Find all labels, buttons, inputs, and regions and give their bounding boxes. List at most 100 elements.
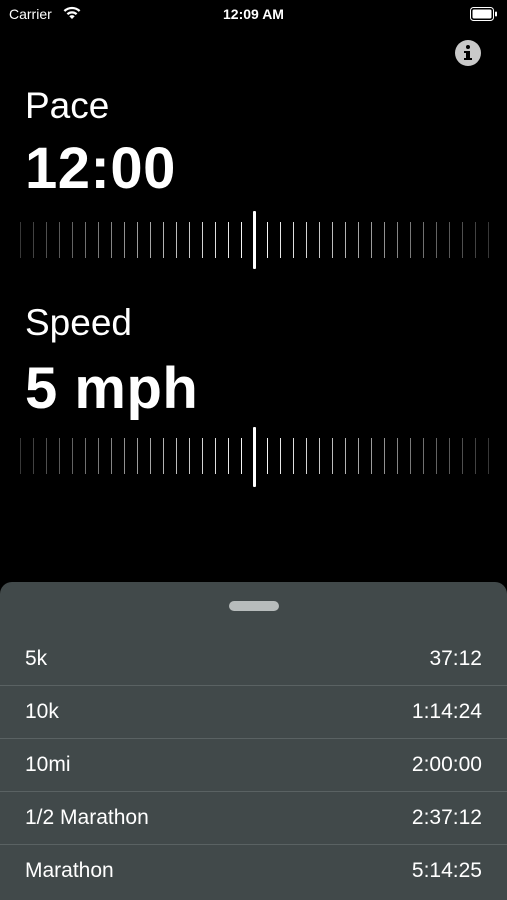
race-row[interactable]: 1/2 Marathon 2:37:12	[0, 791, 507, 844]
slider-tick	[345, 222, 346, 258]
slider-tick	[371, 222, 372, 258]
slider-tick	[462, 438, 463, 474]
race-row[interactable]: Marathon 5:14:25	[0, 844, 507, 897]
slider-tick	[33, 438, 34, 474]
info-circle-icon	[466, 45, 470, 49]
battery-icon	[470, 7, 498, 24]
slider-tick	[215, 222, 216, 258]
slider-tick	[111, 438, 112, 474]
slider-tick	[332, 438, 333, 474]
slider-tick	[111, 222, 112, 258]
race-name: 10k	[25, 700, 59, 723]
slider-tick	[46, 222, 47, 258]
slider-tick	[488, 438, 489, 474]
slider-tick	[72, 438, 73, 474]
pace-label: Pace	[25, 85, 110, 126]
race-row[interactable]: 10mi 2:00:00	[0, 738, 507, 791]
slider-tick	[267, 222, 268, 258]
race-time: 2:37:12	[411, 806, 482, 829]
slider-tick	[98, 438, 99, 474]
slider-tick	[202, 222, 203, 258]
slider-tick	[345, 438, 346, 474]
slider-tick	[228, 222, 229, 258]
slider-tick	[436, 222, 437, 258]
race-name: Marathon	[25, 859, 114, 882]
slider-tick	[98, 222, 99, 258]
slider-tick	[475, 222, 476, 258]
slider-tick	[85, 222, 86, 258]
slider-tick	[241, 438, 242, 474]
speed-value: 5 mph	[25, 356, 199, 421]
pace-slider[interactable]	[0, 211, 507, 269]
slider-tick	[20, 222, 21, 258]
slider-tick	[358, 222, 359, 258]
slider-tick	[306, 438, 307, 474]
slider-tick	[293, 438, 294, 474]
slider-tick	[449, 222, 450, 258]
race-time: 2:00:00	[411, 753, 482, 776]
race-name: 1/2 Marathon	[25, 806, 149, 829]
slider-tick	[176, 438, 177, 474]
slider-tick	[384, 438, 385, 474]
slider-current-indicator	[253, 211, 256, 269]
slider-tick	[59, 222, 60, 258]
slider-tick	[280, 222, 281, 258]
slider-tick	[150, 438, 151, 474]
race-name: 5k	[25, 647, 48, 670]
slider-tick	[410, 438, 411, 474]
pace-value: 12:00	[25, 136, 176, 201]
slider-tick	[397, 438, 398, 474]
race-time: 5:14:25	[411, 859, 482, 882]
slider-tick	[358, 438, 359, 474]
speed-label: Speed	[25, 302, 132, 343]
status-time: 12:09 AM	[223, 6, 284, 22]
slider-tick	[319, 438, 320, 474]
slider-tick	[384, 222, 385, 258]
speed-slider[interactable]	[0, 427, 507, 487]
slider-tick	[332, 222, 333, 258]
slider-tick	[137, 222, 138, 258]
slider-tick	[20, 438, 21, 474]
slider-tick	[189, 438, 190, 474]
slider-tick	[59, 438, 60, 474]
race-time: 1:14:24	[411, 700, 482, 723]
slider-tick	[85, 438, 86, 474]
slider-tick	[176, 222, 177, 258]
race-name: 10mi	[25, 753, 71, 776]
slider-tick	[436, 438, 437, 474]
slider-tick	[163, 222, 164, 258]
slider-tick	[410, 222, 411, 258]
slider-tick	[72, 222, 73, 258]
slider-tick	[215, 438, 216, 474]
status-bar: Carrier 12:09 AM	[0, 0, 507, 28]
slider-tick	[371, 438, 372, 474]
race-times-sheet: 5k 37:12 10k 1:14:24 10mi 2:00:00 1/2 Marathon…	[0, 582, 507, 900]
slider-tick	[462, 222, 463, 258]
slider-tick	[124, 222, 125, 258]
slider-tick	[306, 222, 307, 258]
info-button[interactable]	[455, 40, 481, 66]
slider-tick	[33, 222, 34, 258]
race-row[interactable]: 10k 1:14:24	[0, 685, 507, 738]
race-row[interactable]: 5k 37:12	[0, 632, 507, 685]
slider-tick	[423, 438, 424, 474]
slider-tick	[488, 222, 489, 258]
race-time: 37:12	[429, 647, 482, 670]
slider-tick	[228, 438, 229, 474]
sheet-grabber-handle[interactable]	[229, 601, 279, 611]
slider-tick	[241, 222, 242, 258]
slider-tick	[202, 438, 203, 474]
slider-tick	[280, 438, 281, 474]
slider-tick	[267, 438, 268, 474]
slider-tick	[124, 438, 125, 474]
slider-tick	[46, 438, 47, 474]
slider-tick	[397, 222, 398, 258]
slider-tick	[449, 438, 450, 474]
slider-tick	[423, 222, 424, 258]
slider-tick	[163, 438, 164, 474]
slider-tick	[475, 438, 476, 474]
info-icon-part	[464, 58, 472, 60]
slider-tick	[137, 438, 138, 474]
slider-tick	[189, 222, 190, 258]
slider-tick	[319, 222, 320, 258]
